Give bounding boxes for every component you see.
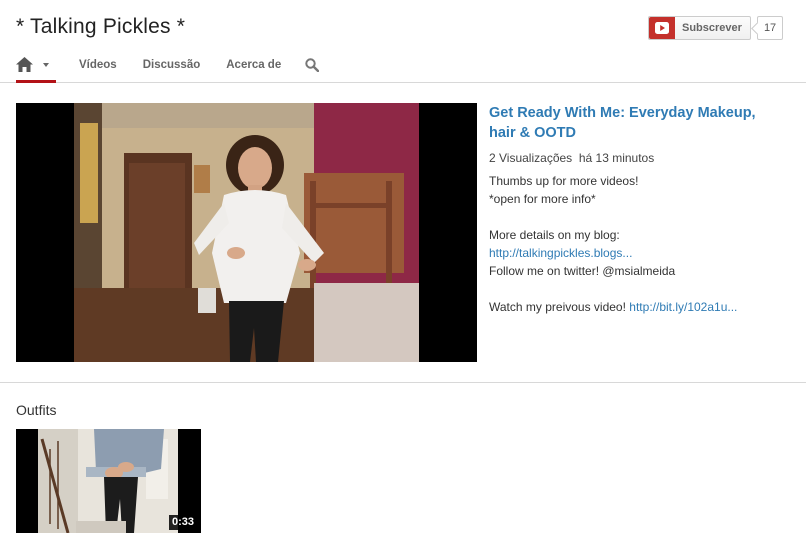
previous-video-link[interactable]: http://bit.ly/102a1u... xyxy=(629,300,737,314)
subscribe-button[interactable]: Subscrever xyxy=(648,16,751,40)
section-divider xyxy=(0,382,806,383)
upload-age: há 13 minutos xyxy=(578,151,655,165)
subscribe-label: Subscrever xyxy=(682,22,742,34)
search-icon[interactable] xyxy=(305,58,320,72)
video-description: Thumbs up for more videos! *open for mor… xyxy=(489,172,779,316)
blog-link[interactable]: http://talkingpickles.blogs... xyxy=(489,244,779,262)
previous-video-text: Watch my preivous video! xyxy=(489,300,626,314)
channel-title: * Talking Pickles * xyxy=(16,15,186,38)
video-frame xyxy=(74,103,419,362)
subscribe-area: Subscrever 17 xyxy=(648,16,784,40)
featured-video-info: Get Ready With Me: Everyday Makeup, hair… xyxy=(489,103,779,316)
description-line: Follow me on twitter! @msialmeida xyxy=(489,264,676,278)
playlist-section-title[interactable]: Outfits xyxy=(16,402,56,418)
featured-video-title[interactable]: Get Ready With Me: Everyday Makeup, hair… xyxy=(489,103,779,143)
description-line: Watch my preivous video! http://bit.ly/1… xyxy=(489,298,779,316)
channel-header: * Talking Pickles * Subscrever 17 Vídeos… xyxy=(0,0,806,83)
home-icon xyxy=(16,57,33,72)
tab-about[interactable]: Acerca de xyxy=(226,59,281,71)
view-count: 2 Visualizações xyxy=(489,151,573,165)
description-line: Thumbs up for more videos! xyxy=(489,174,639,188)
channel-nav: Vídeos Discussão Acerca de xyxy=(16,54,320,83)
description-line: More details on my blog: xyxy=(489,228,620,242)
duration-badge: 0:33 xyxy=(168,515,197,530)
video-still-image xyxy=(74,103,419,362)
subscriber-count: 17 xyxy=(756,16,784,40)
description-line: *open for more info* xyxy=(489,192,596,206)
chevron-down-icon[interactable] xyxy=(43,63,49,67)
youtube-play-icon xyxy=(649,17,675,39)
tab-discussion[interactable]: Discussão xyxy=(143,59,201,71)
tab-videos[interactable]: Vídeos xyxy=(79,59,117,71)
playlist-video-thumbnail[interactable]: 0:33 xyxy=(16,429,201,533)
video-meta: 2 Visualizações há 13 minutos xyxy=(489,149,779,167)
featured-video-player[interactable] xyxy=(16,103,477,362)
tab-home[interactable] xyxy=(16,54,56,83)
